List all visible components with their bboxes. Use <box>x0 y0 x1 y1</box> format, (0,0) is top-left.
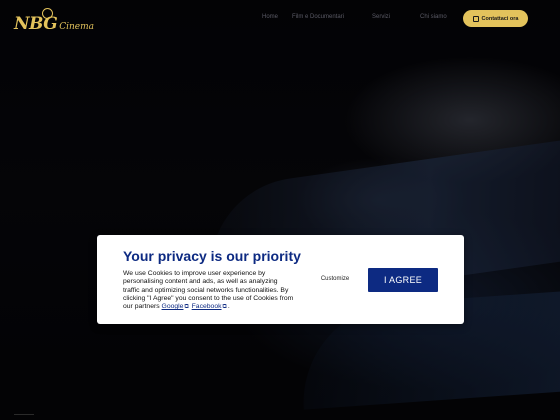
mail-icon <box>472 15 479 22</box>
dialog-body-end: . <box>227 303 230 311</box>
external-link-icon: ⧉ <box>184 304 189 311</box>
page-dim-overlay <box>0 0 560 420</box>
hero-background <box>0 0 560 420</box>
agree-button[interactable]: I AGREE <box>368 268 438 292</box>
nav-item-films[interactable]: Film e Documentari <box>292 14 344 20</box>
facebook-link[interactable]: Facebook <box>192 303 222 310</box>
footer-divider <box>14 414 34 415</box>
nav-item-about[interactable]: Chi siamo <box>420 14 447 20</box>
contact-button[interactable]: Contattaci ora <box>463 10 528 27</box>
contact-button-label: Contattaci ora <box>481 15 519 22</box>
nav-item-services[interactable]: Servizi <box>372 14 390 20</box>
dialog-title: Your privacy is our priority <box>123 248 301 264</box>
cookie-consent-dialog: Your privacy is our priority We use Cook… <box>97 235 464 324</box>
nav-item-home[interactable]: Home <box>262 14 278 20</box>
external-link-icon: ⧉ <box>222 304 227 311</box>
google-link[interactable]: Google <box>162 303 184 310</box>
dialog-body: We use Cookies to improve user experienc… <box>123 270 295 311</box>
customize-button[interactable]: Customize <box>317 276 353 282</box>
